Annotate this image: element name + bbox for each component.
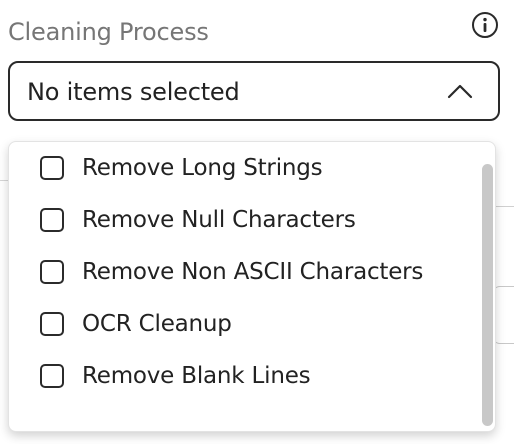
option-label: Remove Non ASCII Characters bbox=[82, 259, 424, 285]
dropdown-scrollbar[interactable] bbox=[479, 144, 493, 429]
option-label: Remove Blank Lines bbox=[82, 363, 311, 389]
scrollbar-thumb[interactable] bbox=[482, 164, 493, 426]
checkbox[interactable] bbox=[40, 364, 64, 388]
option-label: Remove Long Strings bbox=[82, 155, 323, 181]
option-remove-null-characters[interactable]: Remove Null Characters bbox=[9, 195, 477, 247]
checkbox[interactable] bbox=[40, 156, 64, 180]
info-icon[interactable] bbox=[471, 11, 499, 39]
option-ocr-cleanup[interactable]: OCR Cleanup bbox=[9, 299, 477, 351]
option-remove-non-ascii-characters[interactable]: Remove Non ASCII Characters bbox=[9, 247, 477, 299]
checkbox[interactable] bbox=[40, 208, 64, 232]
field-label: Cleaning Process bbox=[8, 18, 209, 46]
select-value: No items selected bbox=[27, 78, 240, 106]
option-remove-blank-lines[interactable]: Remove Blank Lines bbox=[9, 351, 477, 403]
checkbox[interactable] bbox=[40, 312, 64, 336]
options-dropdown: Remove Long Strings Remove Null Characte… bbox=[8, 141, 496, 432]
cleaning-process-select[interactable]: No items selected bbox=[8, 61, 500, 121]
chevron-up-icon bbox=[447, 84, 473, 99]
checkbox[interactable] bbox=[40, 260, 64, 284]
option-label: Remove Null Characters bbox=[82, 207, 356, 233]
option-label: OCR Cleanup bbox=[82, 311, 232, 337]
option-remove-long-strings[interactable]: Remove Long Strings bbox=[9, 143, 477, 195]
cleaning-process-field: Cleaning Process No items selected Remov… bbox=[0, 0, 514, 444]
options-list: Remove Long Strings Remove Null Characte… bbox=[9, 142, 477, 431]
